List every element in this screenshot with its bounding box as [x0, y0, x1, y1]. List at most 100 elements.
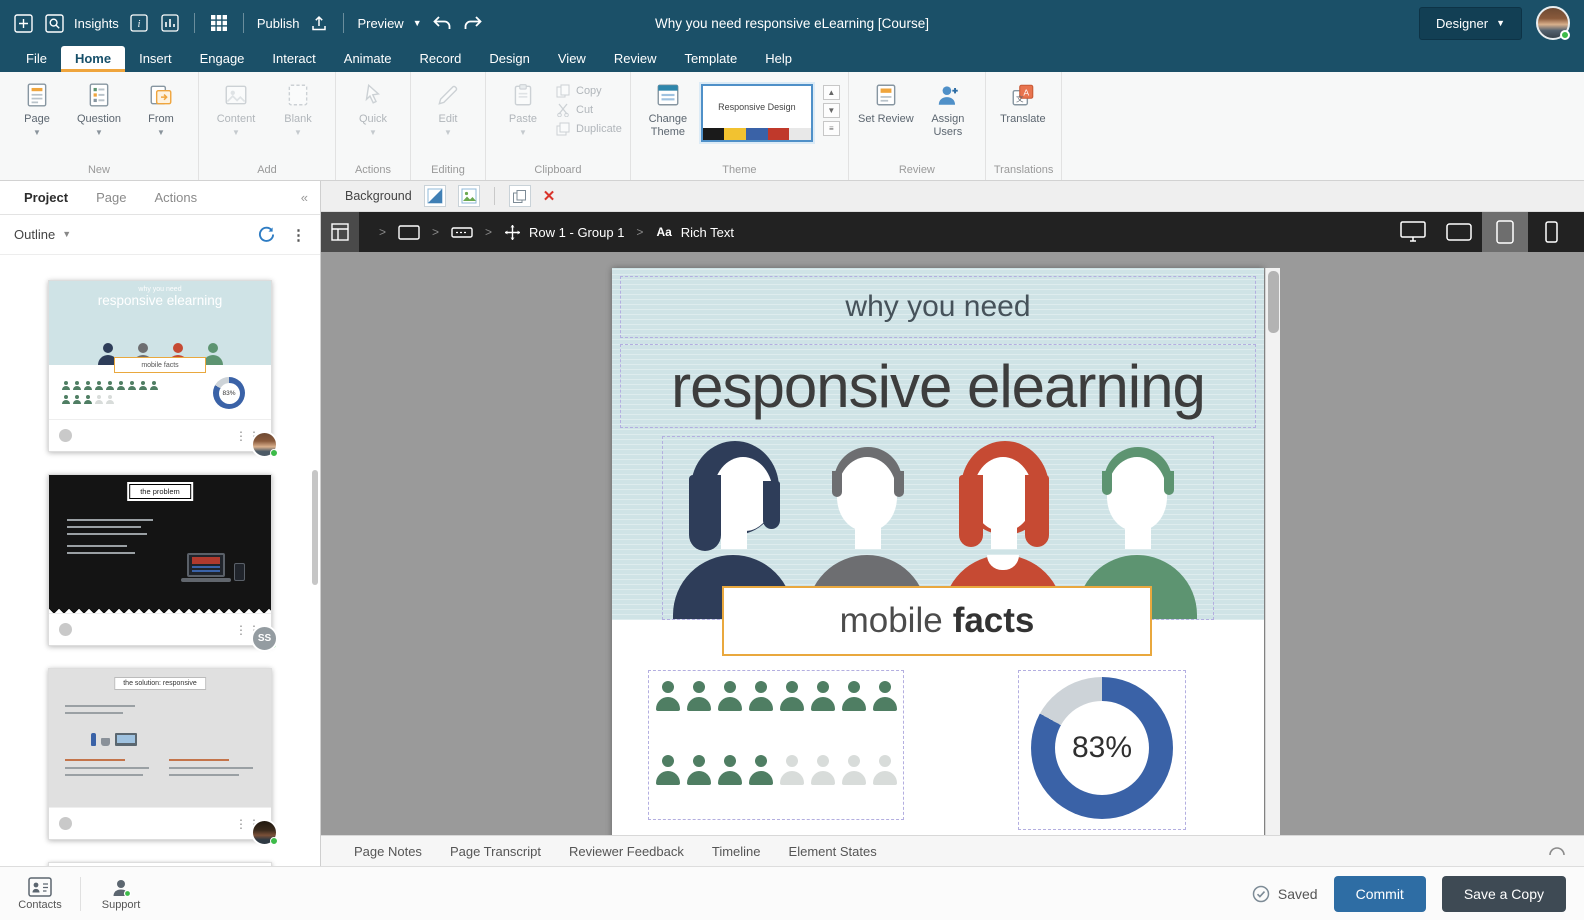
slide-stage[interactable]: why you need responsive elearning: [612, 268, 1264, 835]
chevron-down-icon[interactable]: ▼: [413, 19, 422, 28]
people-grid-infographic[interactable]: [648, 670, 904, 820]
section-icon[interactable]: [398, 225, 420, 240]
support-button[interactable]: Support: [81, 877, 161, 911]
tab-element-states[interactable]: Element States: [775, 844, 891, 859]
slide-kicker-textblock[interactable]: why you need: [620, 276, 1256, 338]
ribbon-group-label: New: [8, 161, 190, 180]
change-theme-button[interactable]: Change Theme: [639, 76, 697, 138]
menu-template[interactable]: Template: [670, 46, 751, 72]
slide-radio[interactable]: [59, 623, 72, 636]
translate-button[interactable]: A文 Translate: [994, 76, 1052, 126]
refresh-icon[interactable]: [258, 226, 275, 243]
menu-animate[interactable]: Animate: [330, 46, 406, 72]
blank-button[interactable]: Blank ▼: [269, 76, 327, 137]
tab-timeline[interactable]: Timeline: [698, 844, 775, 859]
save-a-copy-button[interactable]: Save a Copy: [1442, 876, 1566, 912]
user-avatar[interactable]: [1536, 6, 1570, 40]
menu-insert[interactable]: Insert: [125, 46, 186, 72]
slide-card-1[interactable]: why you need responsive elearning mobile…: [48, 280, 272, 452]
sidebar-scrollbar[interactable]: [312, 470, 318, 585]
contacts-button[interactable]: Contacts: [0, 877, 80, 911]
insights-label[interactable]: Insights: [74, 16, 119, 31]
theme-preview-responsive-design[interactable]: Responsive Design: [701, 84, 813, 142]
edit-button[interactable]: Edit ▼: [419, 76, 477, 137]
redo-icon[interactable]: [462, 12, 484, 34]
document-title: Why you need responsive eLearning [Cours…: [655, 16, 929, 31]
assign-users-button[interactable]: Assign Users: [919, 76, 977, 138]
canvas-scrollbar[interactable]: [1265, 268, 1280, 835]
collapse-sidebar-icon[interactable]: «: [301, 190, 308, 205]
copy-style-button[interactable]: [509, 185, 531, 207]
paste-button[interactable]: Paste ▼: [494, 76, 552, 137]
donut-chart-block[interactable]: 83%: [1018, 670, 1186, 830]
menu-interact[interactable]: Interact: [258, 46, 329, 72]
commit-button[interactable]: Commit: [1334, 876, 1426, 912]
content-button[interactable]: Content ▼: [207, 76, 265, 137]
theme-gallery-more-button[interactable]: ≡: [823, 121, 840, 136]
page-button[interactable]: Page ▼: [8, 76, 66, 137]
menu-help[interactable]: Help: [751, 46, 806, 72]
from-button[interactable]: From ▼: [132, 76, 190, 137]
collapse-panel-icon[interactable]: [1548, 846, 1566, 856]
row-icon[interactable]: [451, 227, 473, 238]
remove-background-button[interactable]: ✕: [543, 187, 556, 205]
slide-1-kicker: why you need: [49, 281, 271, 293]
left-sidebar: Project Page Actions « Outline ▼ ⋮ why y…: [0, 181, 321, 866]
device-tablet-landscape-button[interactable]: [1436, 212, 1482, 252]
tab-page-transcript[interactable]: Page Transcript: [436, 844, 555, 859]
slide-title-textblock[interactable]: responsive elearning: [620, 344, 1256, 428]
menu-view[interactable]: View: [544, 46, 600, 72]
saved-status: Saved: [1252, 885, 1318, 903]
slide-card-2[interactable]: the problem ⋮⋮ SS: [48, 474, 272, 646]
cut-button-label: Cut: [576, 104, 593, 116]
svg-text:i: i: [137, 19, 140, 30]
menu-record[interactable]: Record: [405, 46, 475, 72]
mobile-facts-box[interactable]: mobile facts: [722, 586, 1152, 656]
slide-radio[interactable]: [59, 817, 72, 830]
publish-upload-icon[interactable]: [308, 12, 330, 34]
question-button[interactable]: Question ▼: [70, 76, 128, 137]
quick-button[interactable]: Quick ▼: [344, 76, 402, 137]
page-structure-icon[interactable]: [321, 212, 359, 252]
publish-button[interactable]: Publish: [257, 16, 300, 31]
insights-report-icon[interactable]: [159, 12, 181, 34]
person-pictogram: [779, 755, 805, 785]
menu-review[interactable]: Review: [600, 46, 671, 72]
breadcrumb-richtext-label[interactable]: Rich Text: [681, 225, 734, 240]
outline-dropdown[interactable]: Outline ▼: [14, 227, 71, 242]
undo-icon[interactable]: [431, 12, 453, 34]
set-review-button[interactable]: Set Review: [857, 76, 915, 126]
add-icon[interactable]: [12, 12, 34, 34]
tab-page[interactable]: Page: [84, 182, 138, 213]
menu-design[interactable]: Design: [475, 46, 543, 72]
breadcrumb-group-label[interactable]: Row 1 - Group 1: [529, 225, 624, 240]
apps-grid-icon[interactable]: [208, 12, 230, 34]
device-tablet-portrait-button[interactable]: [1482, 212, 1528, 252]
device-phone-button[interactable]: [1528, 212, 1574, 252]
tab-reviewer-feedback[interactable]: Reviewer Feedback: [555, 844, 698, 859]
designer-menu-button[interactable]: Designer ▼: [1419, 7, 1522, 40]
slide-radio[interactable]: [59, 429, 72, 442]
cut-button[interactable]: Cut: [556, 103, 622, 117]
duplicate-button[interactable]: Duplicate: [556, 122, 622, 136]
slide-3-footer: ⋮⋮: [49, 807, 271, 839]
canvas-scrollbar-thumb[interactable]: [1268, 271, 1279, 333]
tab-project[interactable]: Project: [12, 182, 80, 213]
tab-actions[interactable]: Actions: [142, 182, 209, 213]
kebab-menu-icon[interactable]: ⋮: [291, 226, 306, 244]
theme-scroll-down-button[interactable]: ▼: [823, 103, 840, 118]
menu-home[interactable]: Home: [61, 46, 125, 72]
preview-button[interactable]: Preview: [357, 16, 403, 31]
device-desktop-button[interactable]: [1390, 212, 1436, 252]
background-image-button[interactable]: [458, 185, 480, 207]
menu-file[interactable]: File: [12, 46, 61, 72]
group-move-icon[interactable]: [504, 224, 521, 241]
copy-button[interactable]: Copy: [556, 84, 622, 98]
theme-scroll-up-button[interactable]: ▲: [823, 85, 840, 100]
background-fill-button[interactable]: [424, 185, 446, 207]
insights-info-icon[interactable]: i: [128, 12, 150, 34]
slide-card-3[interactable]: the solution: responsive ⋮⋮: [48, 668, 272, 840]
tab-page-notes[interactable]: Page Notes: [340, 844, 436, 859]
search-icon[interactable]: [43, 12, 65, 34]
menu-engage[interactable]: Engage: [186, 46, 259, 72]
